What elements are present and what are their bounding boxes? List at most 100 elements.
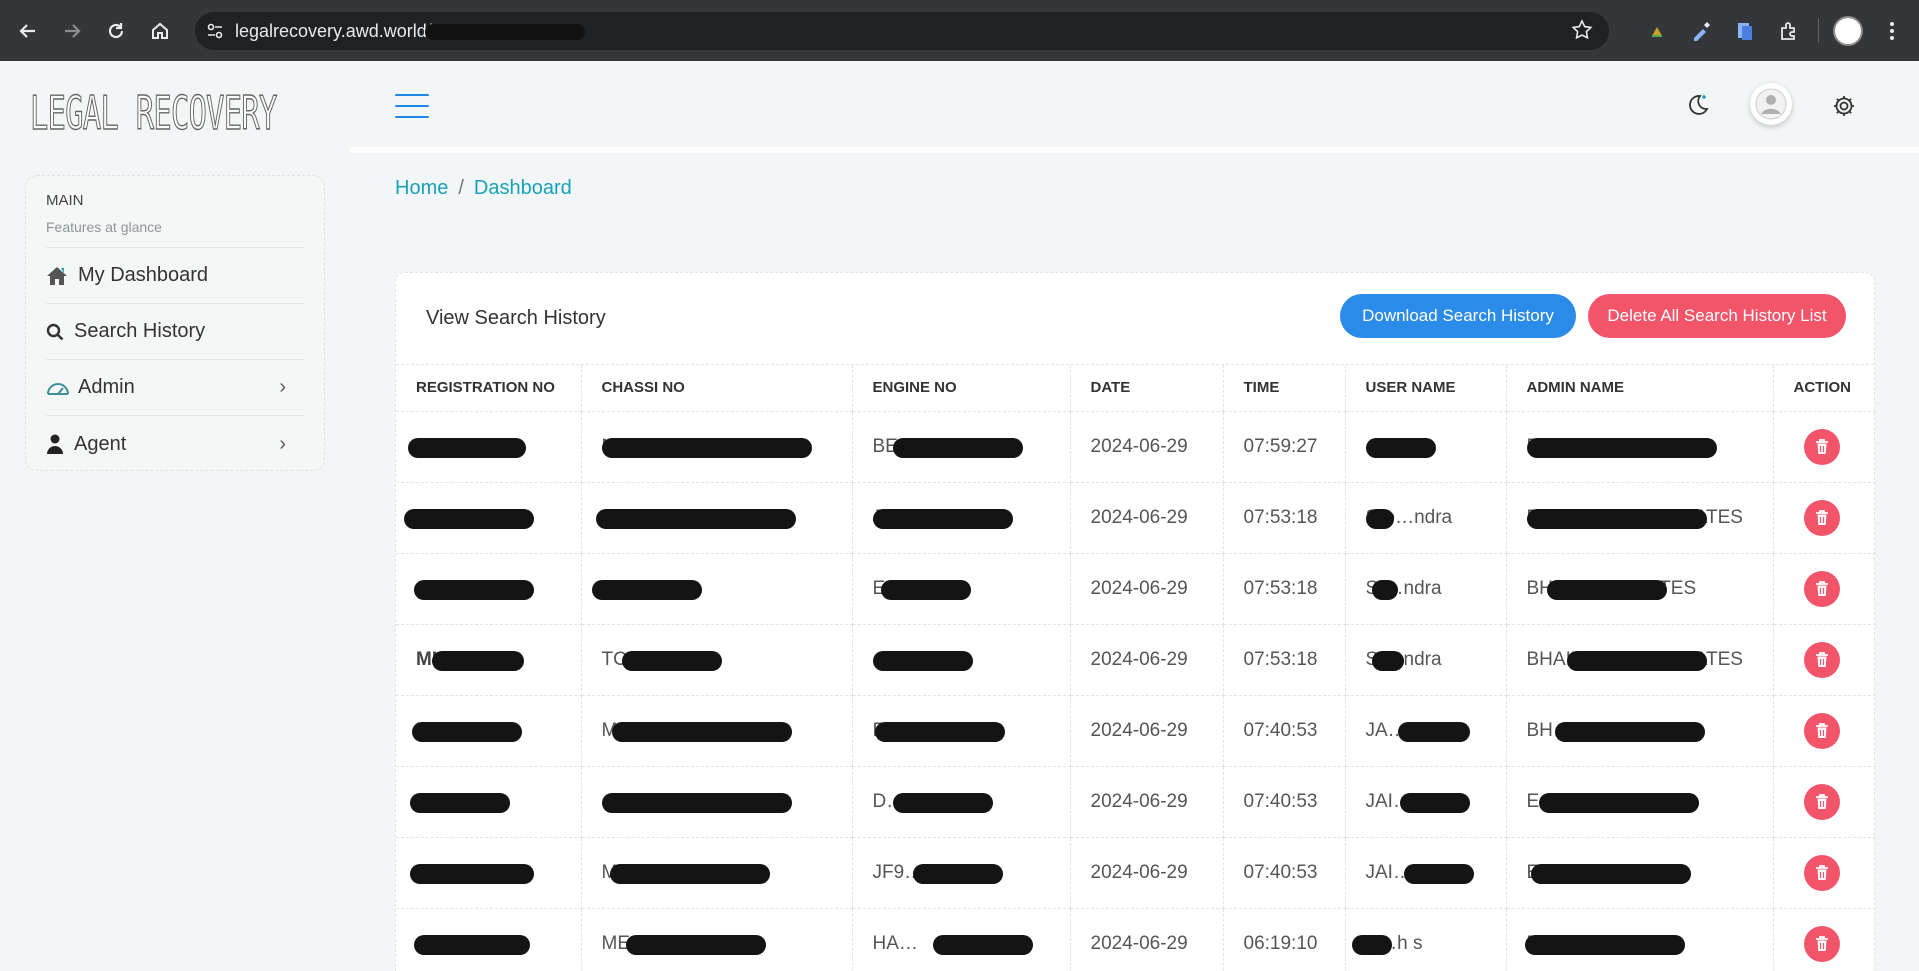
search-history-card: View Search History Download Search Hist… (395, 272, 1876, 971)
kebab-menu-icon[interactable] (1877, 16, 1907, 46)
redaction-mark (1365, 508, 1394, 529)
delete-row-button[interactable] (1803, 499, 1840, 536)
redaction-mark (872, 508, 1013, 529)
cell-chassis: ME…X18472 (581, 908, 853, 971)
redaction-mark (1546, 579, 1667, 600)
address-bar[interactable]: legalrecovery.awd.world/ (195, 12, 1609, 50)
profile-avatar[interactable] (1833, 16, 1863, 46)
site-settings-icon[interactable] (195, 22, 235, 40)
cell-engine: JE (852, 482, 1071, 554)
cell-date: 2024-06-29 (1070, 482, 1224, 554)
breadcrumb-separator: / (458, 177, 464, 199)
cell-user: Sr…ndra (1345, 624, 1507, 696)
redaction-mark (601, 792, 792, 813)
brand-logo[interactable]: LEGAL RECOVERY (30, 85, 278, 140)
redaction-mark (892, 437, 1023, 458)
trash-icon (1815, 793, 1828, 809)
column-header: ACTION (1773, 365, 1876, 412)
delete-row-button[interactable] (1803, 428, 1840, 465)
breadcrumb-current[interactable]: Dashboard (474, 177, 572, 200)
search-icon (46, 323, 74, 341)
cell-time: 07:40:53 (1223, 695, 1346, 767)
eyedropper-icon[interactable] (1686, 16, 1716, 46)
sidebar-item-search-history[interactable]: Search History (46, 304, 304, 360)
table-row: KE… D…1 2024-06-29 07:40:53 JAI…HE…ATES (396, 766, 1876, 838)
cell-time: 07:40:53 (1223, 766, 1346, 838)
cell-date: 2024-06-29 (1070, 624, 1224, 696)
hamburger-menu-icon[interactable] (395, 94, 429, 118)
user-avatar-button[interactable] (1750, 83, 1792, 125)
column-header[interactable]: USER NAME (1345, 365, 1507, 412)
sidebar-item-label: Agent (74, 432, 127, 455)
user-icon (46, 434, 74, 454)
column-header[interactable]: ADMIN NAME (1506, 365, 1774, 412)
browser-toolbar: legalrecovery.awd.world/ (0, 0, 1919, 61)
delete-row-button[interactable] (1803, 925, 1840, 962)
header-divider (350, 147, 1919, 153)
trash-icon (1815, 722, 1828, 738)
redaction-mark (404, 508, 534, 529)
table-header-row: REGISTRATION NO CHASSI NO ENGINE NO DATE… (396, 365, 1876, 412)
cell-reg: K…2 (396, 695, 582, 767)
redaction-mark (1526, 437, 1717, 458)
toolbar-divider (1818, 19, 1819, 43)
cell-user (1345, 411, 1507, 483)
column-header[interactable]: TIME (1223, 365, 1346, 412)
cell-text: 2024-06-29 (1090, 790, 1188, 812)
cell-admin: E…ATES (1506, 837, 1774, 909)
cell-action (1773, 908, 1876, 971)
column-header[interactable]: CHASSI NO (581, 365, 853, 412)
back-icon[interactable] (6, 9, 50, 53)
cell-action (1773, 624, 1876, 696)
chevron-right-icon: › (279, 432, 286, 455)
download-search-history-button[interactable]: Download Search History (1340, 294, 1576, 338)
cell-time: 07:53:18 (1223, 553, 1346, 625)
table-row: …7MD2…UHG1086JE 2024-06-29 07:53:18 Sre…ndr… (396, 482, 1876, 554)
home-browser-icon[interactable] (138, 9, 182, 53)
cell-chassis (581, 553, 853, 625)
extensions-puzzle-icon[interactable] (1774, 16, 1804, 46)
redaction-mark (1371, 650, 1404, 671)
cell-text: 07:40:53 (1243, 719, 1318, 741)
column-header[interactable]: ENGINE NO (852, 365, 1071, 412)
table-row: K…2ME1…E…4 2024-06-29 07:40:53 JA…SHBH…ATES (396, 695, 1876, 767)
extension-doc-icon[interactable] (1730, 16, 1760, 46)
delete-row-button[interactable] (1803, 854, 1840, 891)
dark-mode-moon-icon[interactable] (1682, 90, 1712, 120)
sidebar-item-label: My Dashboard (78, 264, 209, 286)
delete-row-button[interactable] (1803, 712, 1840, 749)
delete-row-button[interactable] (1803, 570, 1840, 607)
cell-reg (396, 908, 582, 971)
card-title: View Search History (426, 307, 606, 329)
column-header[interactable]: DATE (1070, 365, 1224, 412)
bookmark-star-icon[interactable] (1571, 19, 1593, 46)
cell-reg: …7 (396, 482, 582, 554)
trash-icon (1815, 438, 1828, 454)
breadcrumb-home-link[interactable]: Home (395, 177, 448, 200)
sidebar-item-admin[interactable]: Admin › (46, 360, 304, 416)
column-header[interactable]: REGISTRATION NO (396, 365, 582, 412)
cell-chassis: MD2…UHG1086 (581, 482, 853, 554)
sidebar-item-label: Search History (74, 320, 206, 342)
cell-user: Sr…ndra (1345, 553, 1507, 625)
cell-admin: B…ATES (1506, 908, 1774, 971)
extension-leaf-icon[interactable] (1642, 16, 1672, 46)
forward-icon[interactable] (50, 9, 94, 53)
cell-admin: BH… ASSOCIATES (1506, 411, 1774, 483)
cell-text: 07:53:18 (1243, 506, 1318, 528)
redaction-mark (912, 863, 1003, 884)
cell-user: JAI…H (1345, 766, 1507, 838)
delete-row-button[interactable] (1803, 783, 1840, 820)
settings-gear-icon[interactable] (1830, 92, 1858, 120)
cell-text: 2024-06-29 (1090, 435, 1188, 457)
delete-all-search-history-button[interactable]: Delete All Search History List (1588, 294, 1846, 338)
redaction-mark (1526, 508, 1707, 529)
redaction-mark (932, 934, 1033, 955)
cell-date: 2024-06-29 (1070, 695, 1224, 767)
sidebar-item-agent[interactable]: Agent › (46, 416, 304, 472)
cell-chassis (581, 766, 853, 838)
cell-admin: BH…ATES (1506, 695, 1774, 767)
sidebar-item-my-dashboard[interactable]: My Dashboard (46, 248, 304, 304)
reload-icon[interactable] (94, 9, 138, 53)
delete-row-button[interactable] (1803, 641, 1840, 678)
